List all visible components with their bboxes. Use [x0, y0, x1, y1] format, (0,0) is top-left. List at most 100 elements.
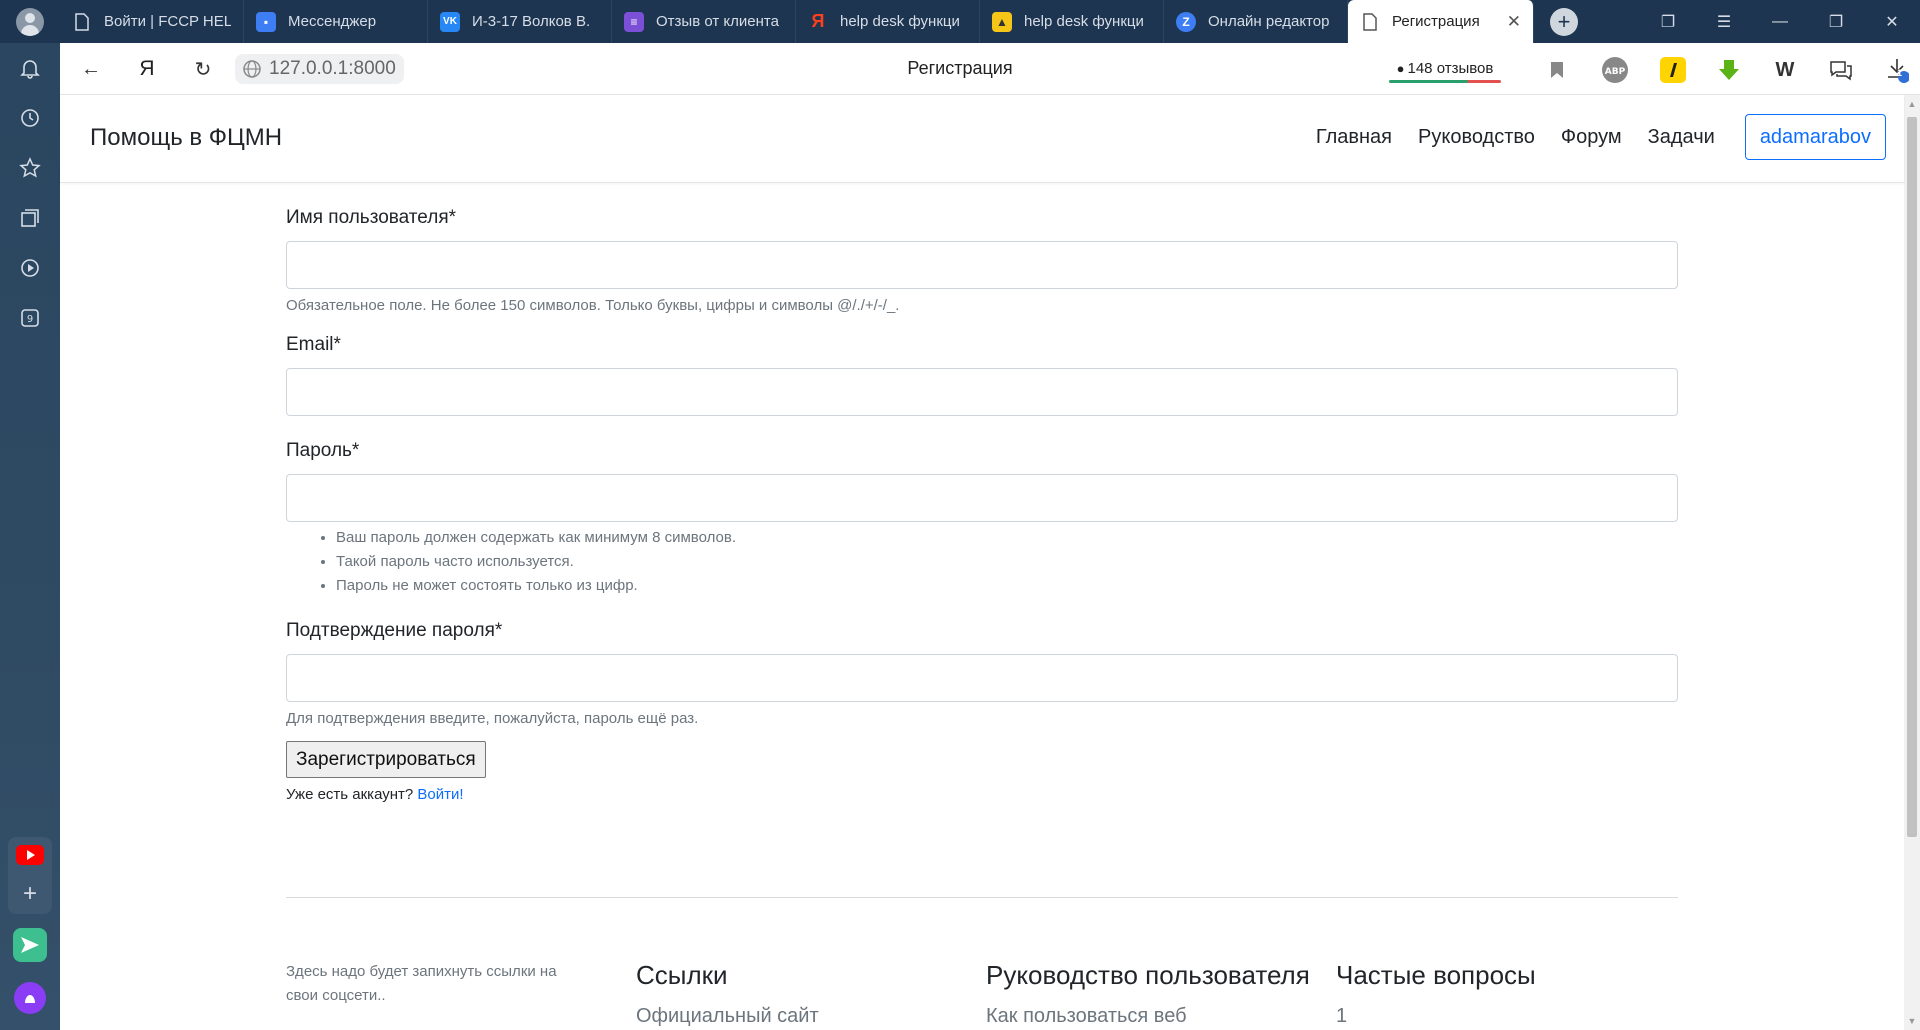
nav-links: Главная Руководство Форум Задачи adamara… [1290, 114, 1886, 160]
tab-title: Мессенджер [288, 13, 377, 30]
page-scrollbar[interactable]: ▲ ▼ [1904, 95, 1920, 1030]
collections-icon[interactable] [0, 193, 60, 243]
tabs-icon[interactable]: ❐ [1640, 0, 1696, 43]
messenger-icon: ▪ [256, 11, 276, 32]
site-footer: Здесь надо будет запихнуть ссылки на сво… [286, 960, 1678, 1030]
scroll-down-icon[interactable]: ▼ [1907, 1016, 1917, 1026]
svg-text:ABP: ABP [1605, 67, 1626, 77]
restore-button[interactable]: ❐ [1808, 0, 1864, 43]
close-window-button[interactable]: ✕ [1864, 0, 1920, 43]
adblock-icon[interactable]: ABP [1600, 55, 1630, 85]
editor-icon: Z [1176, 11, 1196, 32]
tab-title: И-3-17 Волков В. [472, 13, 591, 30]
sidebar-apps-group: + [8, 837, 52, 914]
user-button[interactable]: adamarabov [1744, 114, 1886, 160]
translate-icon[interactable] [1658, 55, 1688, 85]
footer-guide-title: Руководство пользователя [986, 960, 1310, 990]
tab-1[interactable]: Войти | FCCP HEL [60, 0, 244, 43]
play-icon[interactable] [0, 243, 60, 293]
nav-link-tasks[interactable]: Задачи [1648, 126, 1715, 149]
login-link[interactable]: Войти! [417, 786, 463, 803]
username-input[interactable] [286, 241, 1678, 289]
globe-icon [243, 60, 261, 78]
browser-tab-bar: Войти | FCCP HEL ▪ Мессенджер VK И-3-17 … [0, 0, 1920, 43]
reviews-badge[interactable]: ● 148 отзывов [1385, 55, 1505, 83]
login-prompt: Уже есть аккаунт? Войти! [286, 786, 1678, 803]
confirm-password-input[interactable] [286, 654, 1678, 702]
scrollbar-thumb[interactable] [1907, 117, 1917, 837]
scroll-up-icon[interactable]: ▲ [1907, 99, 1917, 109]
reviews-text: 148 отзывов [1407, 59, 1494, 77]
footer-guide-column: Руководство пользователя Как пользоватьс… [986, 960, 1310, 1028]
reload-icon[interactable]: ↻ [188, 54, 218, 84]
tab-2[interactable]: ▪ Мессенджер [244, 0, 428, 43]
username-label: Имя пользователя* [286, 207, 456, 228]
email-label: Email* [286, 334, 341, 355]
footer-links-column: Ссылки Официальный сайт [636, 960, 819, 1028]
yandex-icon: Я [811, 11, 825, 31]
minimize-button[interactable]: — [1752, 0, 1808, 43]
youtube-icon[interactable] [16, 845, 44, 870]
login-prompt-text: Уже есть аккаунт? [286, 786, 418, 803]
register-button[interactable]: Зарегистрироваться [286, 741, 486, 778]
footer-link[interactable]: 1 [1336, 1005, 1536, 1028]
email-input[interactable] [286, 368, 1678, 416]
star-icon[interactable] [0, 143, 60, 193]
profile-button[interactable] [0, 0, 60, 43]
footer-note: Здесь надо будет запихнуть ссылки на сво… [286, 963, 557, 1004]
image-icon: ▲ [992, 11, 1012, 32]
tab-5[interactable]: Я help desk функци [796, 0, 980, 43]
tab-title: Регистрация [1392, 13, 1480, 30]
footer-divider [286, 897, 1678, 898]
new-tab-button[interactable]: + [1534, 0, 1594, 43]
password-rule: Такой пароль часто используется. [336, 550, 1678, 574]
tab-title: help desk функци [1024, 13, 1144, 30]
alice-icon[interactable] [13, 981, 47, 1020]
bell-icon[interactable] [0, 43, 60, 93]
page-title: Регистрация [907, 58, 1013, 78]
browser-sidebar: 9 + [0, 43, 60, 1030]
tab-4[interactable]: ≡ Отзыв от клиента [612, 0, 796, 43]
form-icon: ≡ [624, 11, 644, 32]
downloads-badge: 1 [1897, 68, 1903, 78]
tab-3[interactable]: VK И-3-17 Волков В. [428, 0, 612, 43]
tab-title: Онлайн редактор [1208, 13, 1330, 30]
password-help: Ваш пароль должен содержать как минимум … [286, 526, 1678, 598]
close-icon[interactable]: ✕ [1501, 12, 1521, 32]
tab-title: help desk функци [840, 13, 960, 30]
messenger-app-icon[interactable] [13, 928, 47, 967]
comment-icon: ● [1396, 60, 1405, 76]
username-help: Обязательное поле. Не более 150 символов… [286, 297, 900, 314]
site-navbar: Помощь в ФЦМН Главная Руководство Форум … [60, 95, 1904, 183]
nav-link-guide[interactable]: Руководство [1418, 126, 1535, 149]
nav-link-forum[interactable]: Форум [1561, 126, 1622, 149]
nav-link-home[interactable]: Главная [1316, 126, 1392, 149]
yandex-home-icon[interactable]: Я [132, 54, 162, 84]
back-arrow-icon[interactable]: ← [76, 54, 106, 84]
password-input[interactable] [286, 474, 1678, 522]
tab-7[interactable]: Z Онлайн редактор [1164, 0, 1348, 43]
registration-form: Имя пользователя* Обязательное поле. Не … [286, 183, 1678, 803]
password-rule: Пароль не может состоять только из цифр. [336, 574, 1678, 598]
chat-icon[interactable] [1826, 55, 1856, 85]
calendar-icon[interactable]: 9 [0, 293, 60, 343]
tab-title: Войти | FCCP HEL [104, 13, 231, 30]
confirm-password-label: Подтверждение пароля* [286, 620, 503, 641]
footer-faq-column: Частые вопросы 1 [1336, 960, 1536, 1028]
footer-link[interactable]: Как пользоваться веб [986, 1005, 1310, 1028]
download-arrow-icon[interactable] [1714, 55, 1744, 85]
tab-6[interactable]: ▲ help desk функци [980, 0, 1164, 43]
history-icon[interactable] [0, 93, 60, 143]
site-brand[interactable]: Помощь в ФЦМН [90, 124, 282, 152]
bookmark-icon[interactable] [1542, 55, 1572, 85]
url-field[interactable]: 127.0.0.1:8000 [235, 54, 404, 84]
vk-icon: VK [440, 11, 460, 32]
tab-8-active[interactable]: Регистрация ✕ [1348, 0, 1534, 43]
downloads-icon[interactable]: 1 [1882, 55, 1912, 85]
footer-link[interactable]: Официальный сайт [636, 1005, 819, 1028]
wikipedia-icon[interactable]: W [1770, 55, 1800, 85]
tab-title: Отзыв от клиента [656, 13, 779, 30]
add-app-icon[interactable]: + [23, 882, 37, 906]
menu-icon[interactable]: ☰ [1696, 0, 1752, 43]
password-label: Пароль* [286, 440, 360, 461]
